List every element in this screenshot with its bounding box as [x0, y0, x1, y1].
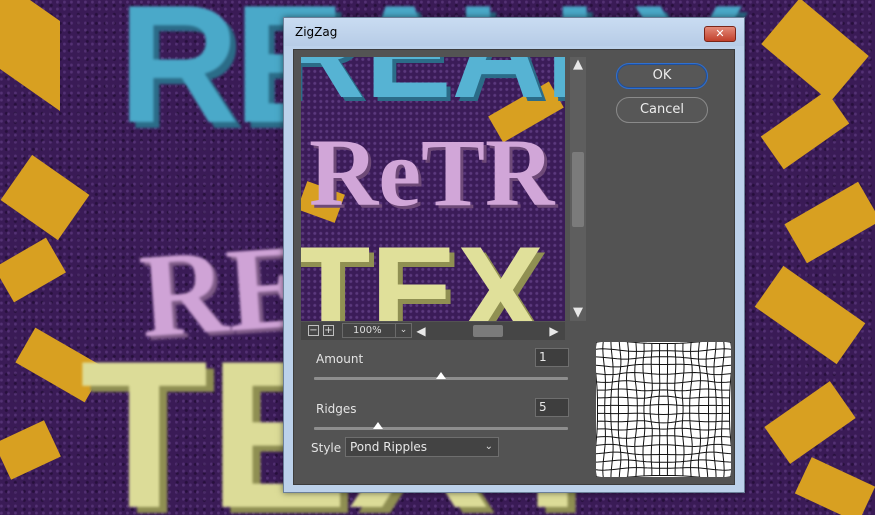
cancel-button[interactable]: Cancel	[616, 97, 708, 123]
close-icon: ✕	[715, 27, 725, 40]
style-select[interactable]: Pond Ripples ⌄	[345, 437, 499, 457]
filter-preview[interactable]: REALLY ReTR TEX	[301, 57, 565, 321]
scroll-right-icon[interactable]: ▶	[547, 322, 561, 340]
zoom-level-select[interactable]: 100% ⌄	[342, 323, 412, 338]
zoom-out-button[interactable]: −	[308, 325, 319, 336]
chevron-down-icon: ⌄	[484, 441, 493, 452]
vertical-scroll-thumb[interactable]	[572, 152, 584, 227]
style-selected-value: Pond Ripples	[350, 440, 428, 454]
zoom-level-value: 100%	[353, 325, 382, 336]
preview-word-really: REALLY	[301, 57, 565, 117]
close-button[interactable]: ✕	[704, 26, 736, 42]
scroll-up-icon[interactable]: ▲	[570, 57, 586, 73]
scroll-left-icon[interactable]: ◀	[414, 322, 428, 340]
style-label: Style	[311, 441, 342, 455]
zigzag-dialog: ZigZag ✕ REALLY ReTR TEX ▲ ▼ − +	[283, 17, 745, 493]
preview-zoom-bar: − + 100% ⌄ ◀ ▶	[301, 322, 565, 340]
ridges-label: Ridges	[316, 402, 357, 416]
plus-icon: +	[324, 325, 333, 336]
horizontal-scroll-thumb[interactable]	[473, 325, 503, 337]
zoom-in-button[interactable]: +	[323, 325, 334, 336]
ok-button[interactable]: OK	[616, 63, 708, 89]
grid-lines	[594, 340, 733, 479]
ripple-grid-graphic	[594, 340, 733, 479]
preview-word-retro: ReTR	[309, 119, 555, 226]
minus-icon: −	[309, 325, 318, 336]
distortion-preview-thumbnail	[594, 340, 733, 479]
amount-field[interactable]: 1	[535, 348, 569, 367]
preview-vertical-scrollbar[interactable]: ▲ ▼	[570, 57, 586, 321]
title-bar[interactable]: ZigZag ✕	[284, 18, 744, 46]
scroll-down-icon[interactable]: ▼	[570, 305, 586, 321]
dialog-title: ZigZag	[295, 25, 338, 39]
dialog-client-area: REALLY ReTR TEX ▲ ▼ − + 100% ⌄ ◀ ▶	[293, 49, 735, 485]
ridges-field[interactable]: 5	[535, 398, 569, 417]
chevron-down-icon: ⌄	[395, 324, 411, 337]
ridges-slider-handle[interactable]	[372, 422, 383, 429]
amount-label: Amount	[316, 352, 364, 366]
ridges-slider-track[interactable]	[314, 427, 568, 430]
preview-word-text: TEX	[301, 219, 544, 321]
amount-slider-handle[interactable]	[436, 372, 446, 379]
